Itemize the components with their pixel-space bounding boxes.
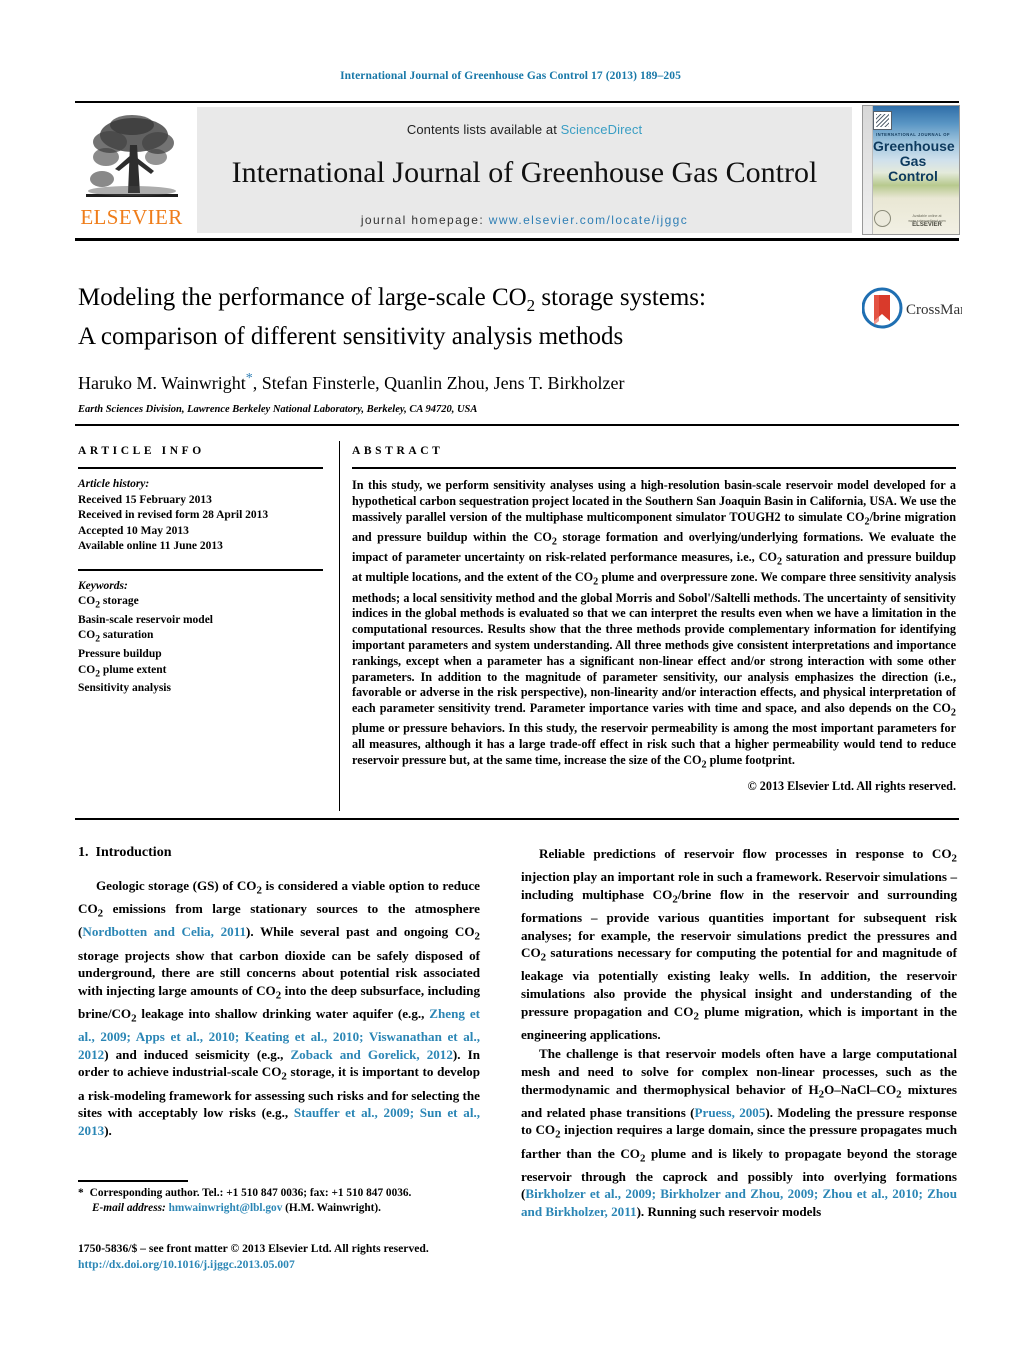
- author-list: Haruko M. Wainwright*, Stefan Finsterle,…: [78, 371, 838, 394]
- email-link[interactable]: hmwainwright@lbl.gov: [169, 1202, 283, 1214]
- elsevier-wordmark: ELSEVIER: [80, 205, 183, 229]
- section-heading-introduction: 1. Introduction: [78, 845, 480, 861]
- journal-homepage-line: journal homepage: www.elsevier.com/locat…: [197, 213, 852, 227]
- abstract-copyright: © 2013 Elsevier Ltd. All rights reserved…: [747, 779, 956, 794]
- cover-kicker: INTERNATIONAL JOURNAL OF: [875, 132, 951, 137]
- body-left-column: 1. Introduction Geologic storage (GS) of …: [78, 845, 480, 1141]
- article-info-heading: ARTICLE INFO: [78, 445, 205, 457]
- journal-title: International Journal of Greenhouse Gas …: [231, 156, 818, 189]
- corresponding-author-marker: *: [245, 371, 253, 386]
- history-item-1: Received in revised form 28 April 2013: [78, 509, 269, 521]
- imprint-block: 1750-5836/$ – see front matter © 2013 El…: [78, 1241, 498, 1272]
- footnote-star-marker: *: [78, 1187, 84, 1199]
- email-owner: (H.M. Wainwright).: [285, 1202, 381, 1215]
- cover-elsevier-mark-icon: [873, 111, 892, 130]
- paragraph-intro-1: Geologic storage (GS) of CO2 is consider…: [78, 878, 481, 1138]
- cover-title: Greenhouse Gas Control: [873, 138, 955, 184]
- abstract-bottom-rule: [75, 818, 959, 820]
- cover-spine: [863, 106, 873, 234]
- section-number: 1.: [78, 845, 89, 860]
- info-abstract-divider: [339, 441, 340, 811]
- contents-prefix: Contents lists available at: [406, 122, 561, 137]
- homepage-url-link[interactable]: www.elsevier.com/locate/ijggc: [489, 213, 688, 227]
- abstract-text: In this study, we perform sensitivity an…: [352, 478, 956, 771]
- author-list-rest: , Stefan Finsterle, Quanlin Zhou, Jens T…: [252, 373, 625, 393]
- section-title: Introduction: [95, 845, 172, 860]
- email-label: E-mail address:: [92, 1202, 166, 1215]
- crossmark-badge[interactable]: CrossMark: [862, 286, 962, 332]
- history-item-2: Accepted 10 May 2013: [78, 524, 189, 537]
- title-line1-pre: Modeling the performance of large-scale …: [78, 284, 527, 311]
- article-history-block: Article history: Received 15 February 20…: [78, 477, 323, 555]
- keywords-rule: [78, 568, 323, 571]
- article-info-column: ARTICLE INFO Article history: Received 1…: [78, 445, 323, 697]
- page-title: Modeling the performance of large-scale …: [78, 282, 838, 352]
- affiliation: Earth Sciences Division, Lawrence Berkel…: [78, 404, 478, 415]
- abstract-column: ABSTRACT In this study, we perform sensi…: [352, 445, 956, 794]
- elsevier-logo: ELSEVIER: [75, 107, 188, 233]
- title-line1-sub: 2: [526, 296, 536, 315]
- issn-copyright-line: 1750-5836/$ – see front matter © 2013 El…: [78, 1242, 429, 1255]
- footnote-rule: [78, 1180, 188, 1182]
- title-block: Modeling the performance of large-scale …: [78, 282, 838, 415]
- journal-masthead: ELSEVIER Contents lists available at Sci…: [75, 101, 960, 241]
- masthead-bottom-rule: [75, 238, 959, 241]
- footnote-block: * Corresponding author. Tel.: +1 510 847 …: [78, 1186, 480, 1217]
- crossmark-icon: CrossMark: [862, 287, 962, 329]
- cover-title-line1: Greenhouse: [873, 138, 955, 154]
- elsevier-tree-icon: [85, 115, 178, 197]
- abstract-heading: ABSTRACT: [352, 445, 444, 457]
- author-corresponding: Haruko M. Wainwright: [78, 373, 246, 393]
- title-line2: A comparison of different sensitivity an…: [78, 323, 624, 350]
- paragraph-intro-3: The challenge is that reservoir models o…: [521, 1046, 957, 1219]
- history-item-0: Received 15 February 2013: [78, 493, 212, 506]
- svg-text:CrossMark: CrossMark: [906, 302, 962, 318]
- title-line1-post: storage systems:: [535, 284, 706, 311]
- cover-foot-brand: ELSEVIER: [912, 222, 942, 229]
- keywords-list: CO2 storage Basin-scale reservoir model CO…: [78, 595, 213, 695]
- contents-available-line: Contents lists available at ScienceDirec…: [197, 122, 852, 137]
- info-abstract-top-rule: [75, 424, 959, 426]
- cover-title-line2: Gas Control: [888, 153, 938, 184]
- abstract-rule: [352, 467, 956, 469]
- sciencedirect-link[interactable]: ScienceDirect: [561, 122, 643, 137]
- cover-seal-icon: [874, 210, 891, 227]
- body-right-column: Reliable predictions of reservoir flow p…: [521, 845, 957, 1223]
- journal-cover-thumbnail: INTERNATIONAL JOURNAL OF Greenhouse Gas …: [862, 105, 960, 235]
- sciencedirect-panel: Contents lists available at ScienceDirec…: [197, 107, 852, 233]
- keywords-block: Keywords: CO2 storage Basin-scale reservo…: [78, 579, 323, 697]
- history-item-3: Available online 11 June 2013: [78, 540, 223, 552]
- journal-article-page: International Journal of Greenhouse Gas …: [0, 0, 1021, 1351]
- corresponding-author-note: * Corresponding author. Tel.: +1 510 847 …: [78, 1186, 480, 1217]
- paragraph-intro-2: Reliable predictions of reservoir flow p…: [521, 846, 957, 1042]
- article-history-label: Article history:: [78, 478, 150, 490]
- cover-footer: Available online at www.sciencedirect.co…: [903, 214, 951, 228]
- corresponding-author-text: Corresponding author. Tel.: +1 510 847 0…: [89, 1187, 412, 1199]
- doi-link[interactable]: http://dx.doi.org/10.1016/j.ijggc.2013.0…: [78, 1257, 498, 1273]
- article-info-rule: [78, 467, 323, 469]
- masthead-top-rule: [75, 101, 959, 103]
- running-head: International Journal of Greenhouse Gas …: [340, 70, 681, 82]
- keywords-label: Keywords:: [78, 579, 128, 592]
- homepage-label: journal homepage:: [360, 213, 485, 227]
